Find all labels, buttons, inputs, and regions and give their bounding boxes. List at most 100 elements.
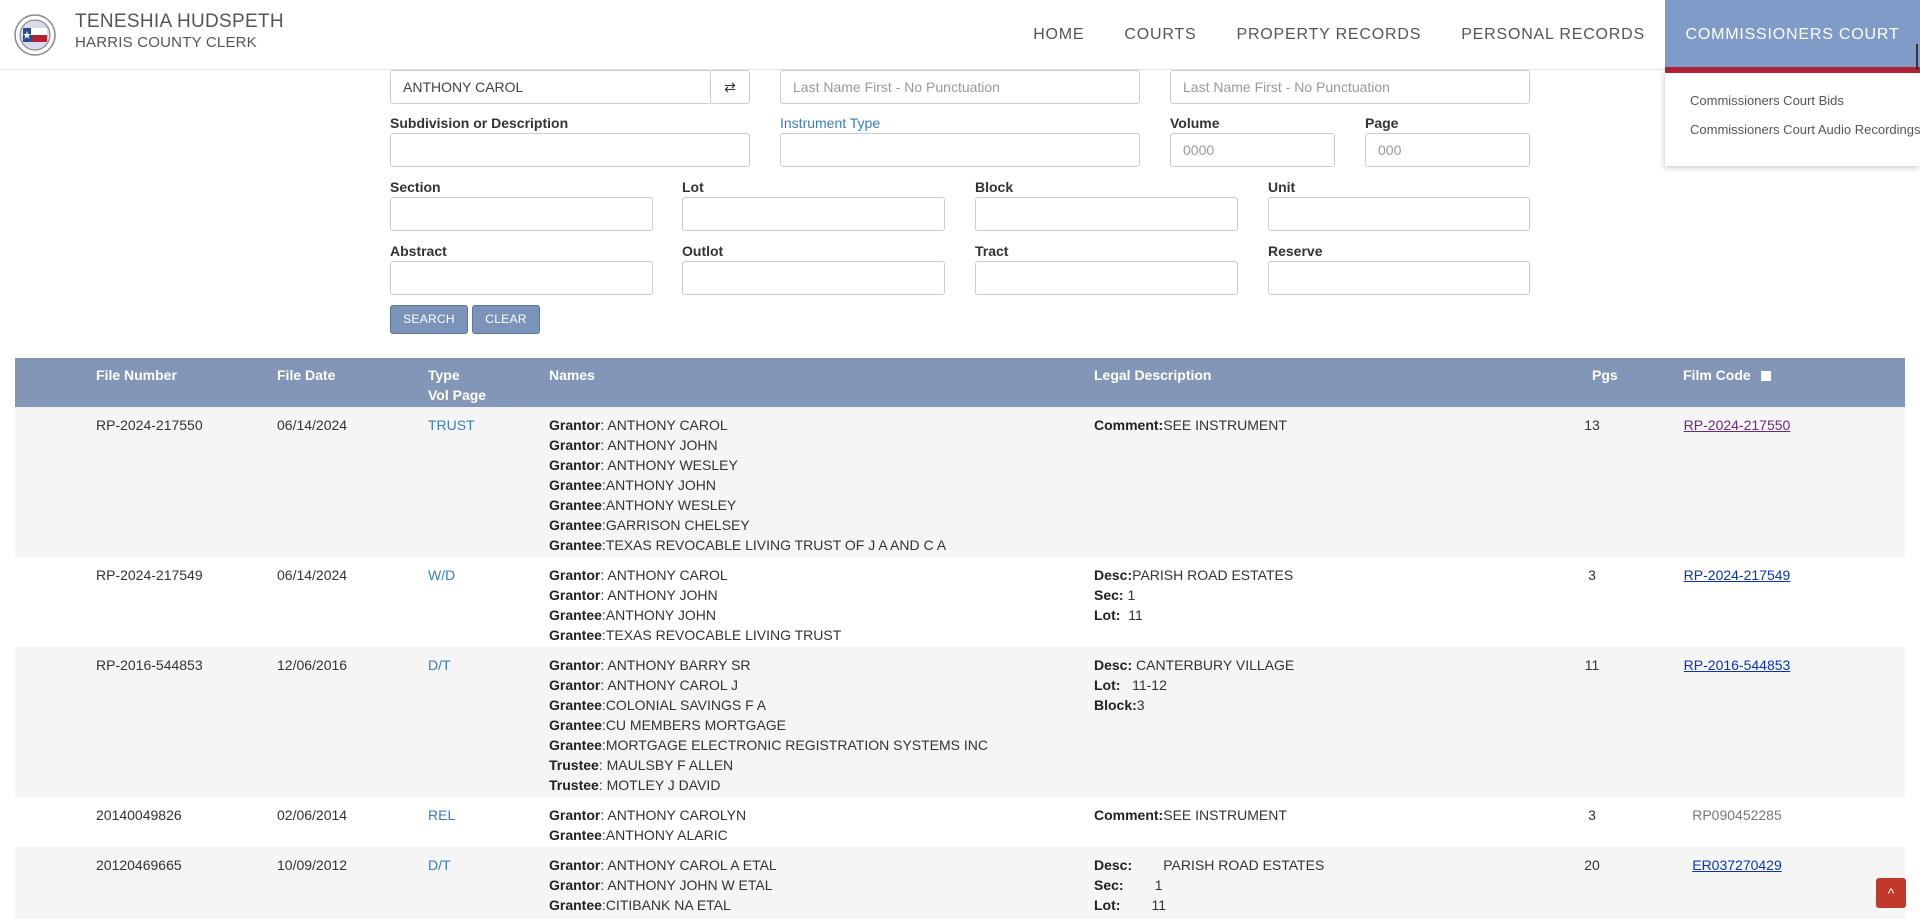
party-name: ANTHONY JOHN (607, 587, 718, 603)
section-input[interactable] (390, 197, 653, 231)
dropdown-item-bids[interactable]: Commissioners Court Bids (1665, 93, 1920, 108)
film-code-link[interactable]: RP-2016-544853 (1667, 655, 1807, 675)
nav-personal-records[interactable]: PERSONAL RECORDS (1441, 0, 1665, 70)
col-vol-page-label[interactable]: Vol Page (428, 385, 486, 405)
type-link[interactable]: D/T (428, 655, 451, 675)
names-cell: Grantor: ANTHONY CAROL Grantor: ANTHONY J… (549, 565, 841, 645)
party-role: Grantor (549, 567, 601, 583)
grantor-input[interactable] (390, 70, 712, 104)
name-line: Grantee:CITIBANK NA ETAL (549, 895, 1026, 915)
names-cell: Grantor: ANTHONY CAROL Grantor: ANTHONY J… (549, 415, 946, 555)
tract-input[interactable] (975, 261, 1238, 295)
outlot-input[interactable] (682, 261, 945, 295)
instrument-type-label[interactable]: Instrument Type (780, 115, 880, 131)
name-line: Trustee: MAULSBY F ALLEN (549, 755, 988, 775)
block-label: Block (975, 179, 1014, 195)
name-line: Grantor: ANTHONY WESLEY (549, 455, 946, 475)
abstract-input[interactable] (390, 261, 653, 295)
nav-courts[interactable]: COURTS (1104, 0, 1216, 70)
name-line: Grantee:MORTGAGE ELECTRONIC REGISTRATION… (549, 735, 988, 755)
type-link[interactable]: D/T (428, 855, 451, 875)
nav-property-records[interactable]: PROPERTY RECORDS (1216, 0, 1441, 70)
film-code-link[interactable]: ER037270429 (1667, 855, 1807, 875)
name-line: Grantee:ANTHONY ALARIC (549, 825, 746, 845)
volume-input[interactable] (1170, 133, 1335, 167)
legal-value: 1 (1123, 877, 1163, 893)
col-film-code: Film Code (1683, 365, 1771, 385)
party-role: Grantee (549, 627, 602, 643)
unit-label: Unit (1268, 179, 1296, 195)
search-button[interactable]: SEARCH (390, 305, 468, 334)
party-role: Grantor (549, 677, 601, 693)
party-name: ANTHONY WESLEY (605, 497, 737, 513)
party-name: ANTHONY JOHN (607, 437, 718, 453)
name-line: Grantee:CU MEMBERS MORTGAGE (549, 715, 988, 735)
film-code-link: RP090452285 (1692, 807, 1782, 823)
instrument-type-input[interactable] (780, 133, 1140, 167)
film-code-checkbox[interactable] (1760, 371, 1771, 381)
block-input[interactable] (975, 197, 1238, 231)
reserve-label: Reserve (1268, 243, 1323, 259)
table-row[interactable]: 20120469665 10/09/2012 D/T Grantor: ANTHONY… (15, 847, 1905, 919)
legal-line: Comment:SEE INSTRUMENT (1094, 915, 1324, 919)
brand-block[interactable]: TENESHIA HUDSPETH HARRIS COUNTY CLERK (75, 11, 284, 51)
file-date-cell: 06/14/2024 (277, 567, 348, 583)
party-role: Grantee (549, 697, 602, 713)
clear-button[interactable]: CLEAR (472, 305, 540, 334)
col-legal-description[interactable]: Legal Description (1094, 365, 1211, 385)
page-input[interactable] (1365, 133, 1530, 167)
type-link[interactable]: REL (428, 805, 455, 825)
name-line: Trustee: MOTLEY J DAVID (549, 775, 988, 795)
nav-home[interactable]: HOME (1013, 0, 1104, 70)
lot-input[interactable] (682, 197, 945, 231)
names-cell: Grantor: ANTHONY CAROL A ETAL Grantor: AN… (549, 855, 1026, 919)
grantee-input[interactable] (780, 70, 1140, 104)
name-line: Grantor: ANTHONY BARRY SR (549, 655, 988, 675)
back-to-top-button[interactable]: ^ (1876, 878, 1906, 908)
film-code-link[interactable]: RP-2024-217549 (1667, 565, 1807, 585)
county-seal-icon[interactable] (14, 14, 56, 56)
name-line: Grantor: ANTHONY CAROL (549, 565, 841, 585)
swap-names-button[interactable]: ⇄ (710, 70, 750, 104)
legal-key: Lot: (1094, 677, 1121, 693)
legal-value: 11 (1120, 607, 1143, 623)
dropdown-item-audio-recordings[interactable]: Commissioners Court Audio Recordings (1665, 122, 1920, 137)
col-names[interactable]: Names (549, 365, 595, 385)
legal-description-cell: Desc: CANTERBURY VILLAGE Lot: 11-12 Block:… (1094, 655, 1294, 715)
unit-input[interactable] (1268, 197, 1530, 231)
film-code-link[interactable]: RP-2024-217550 (1667, 415, 1807, 435)
legal-line: Lot: 11-12 (1094, 675, 1294, 695)
lot-label: Lot (682, 179, 704, 195)
file-number-cell: 20120469665 (96, 857, 182, 873)
party-name: ANTHONY CAROLYN (607, 807, 747, 823)
party-name: ANTHONY BARRY SR (607, 657, 751, 673)
nav-commissioners-court[interactable]: COMMISSIONERS COURT (1665, 0, 1920, 70)
col-film-code-label[interactable]: Film Code (1683, 367, 1751, 383)
table-row[interactable]: RP-2016-544853 12/06/2016 D/T Grantor: ANTH… (15, 647, 1905, 797)
reserve-input[interactable] (1268, 261, 1530, 295)
party-role: Grantor (549, 417, 601, 433)
scrollbar-thumb[interactable] (1916, 44, 1918, 70)
legal-value: 11 (1120, 897, 1167, 913)
party-name: COLONIAL SAVINGS F A (605, 697, 767, 713)
col-pgs[interactable]: Pgs (1592, 365, 1618, 385)
legal-value: PARISH ROAD ESTATES (1132, 567, 1294, 583)
party-role: Grantee (549, 477, 602, 493)
table-row[interactable]: RP-2024-217550 06/14/2024 TRUST Grantor: AN… (15, 407, 1905, 557)
table-row[interactable]: RP-2024-217549 06/14/2024 W/D Grantor: ANTH… (15, 557, 1905, 647)
trustee-input[interactable] (1170, 70, 1530, 104)
subdivision-input[interactable] (390, 133, 750, 167)
name-line: Grantee:MORTGAGE ELECTRONIC REGISTRATION… (549, 915, 1026, 919)
table-row[interactable]: 20140049826 02/06/2014 REL Grantor: ANTHONY… (15, 797, 1905, 847)
legal-description-cell: Desc: PARISH ROAD ESTATESSec: 1Lot: 11Co… (1094, 855, 1324, 919)
type-link[interactable]: W/D (428, 565, 455, 585)
col-file-number[interactable]: File Number (96, 365, 177, 385)
name-line: Grantee:COLONIAL SAVINGS F A (549, 695, 988, 715)
name-line: Grantor: ANTHONY JOHN (549, 585, 841, 605)
col-file-date[interactable]: File Date (277, 365, 335, 385)
tract-label: Tract (975, 243, 1009, 259)
type-link[interactable]: TRUST (428, 415, 475, 435)
party-role: Trustee (549, 757, 599, 773)
col-type-label[interactable]: Type (428, 365, 486, 385)
table-header: File Number File Date Type Vol Page Name… (15, 358, 1905, 407)
